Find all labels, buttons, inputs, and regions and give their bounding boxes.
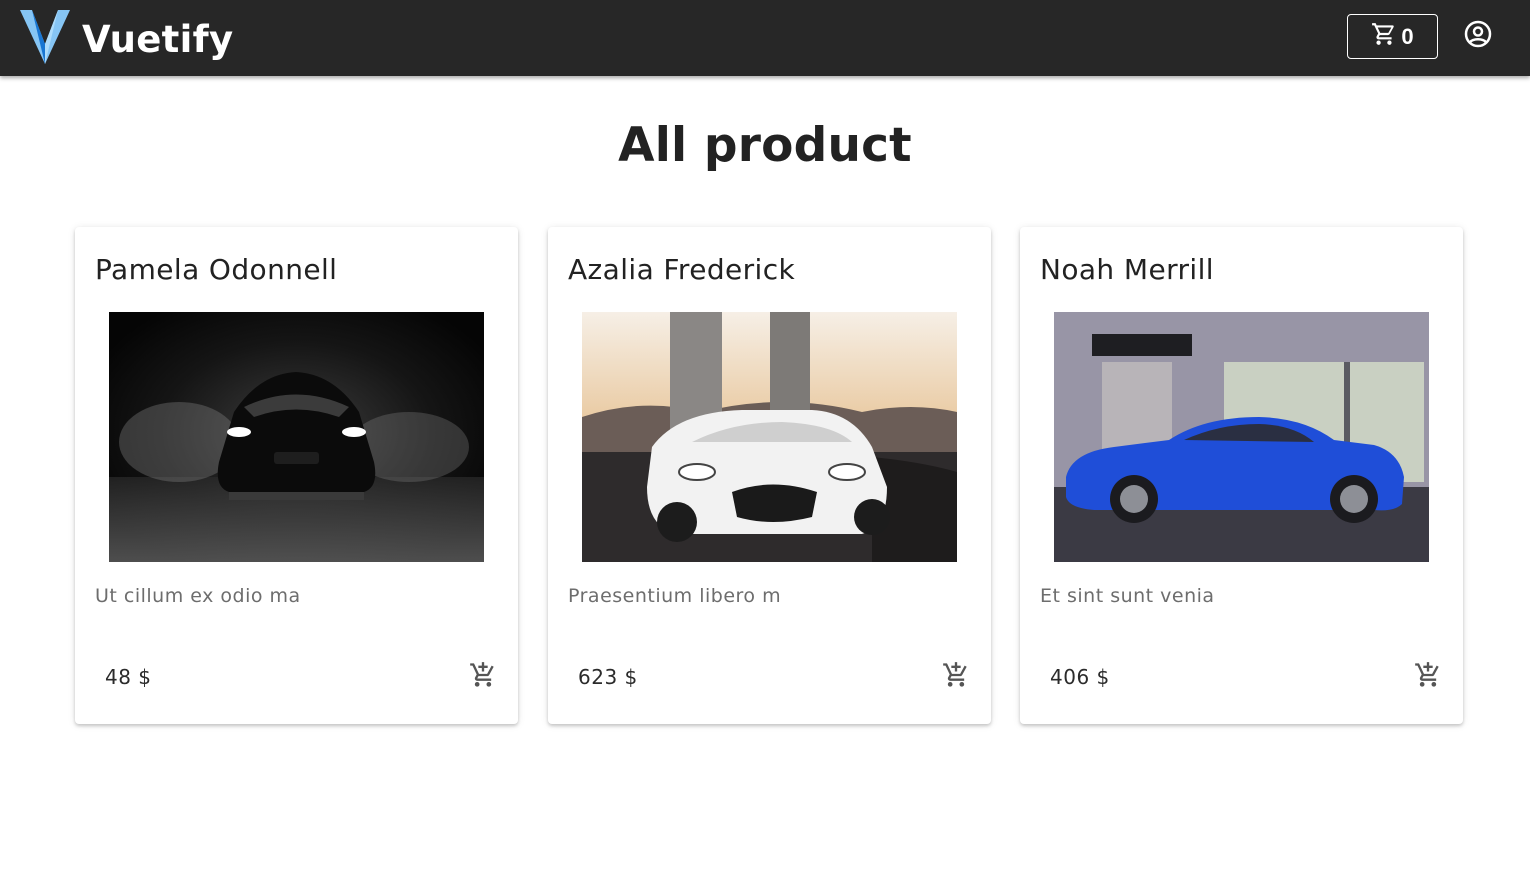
product-card: Azalia Frederick Praesentium libero m 62… (548, 227, 991, 724)
product-card: Noah Merrill Et sint sunt venia 406 $ (1020, 227, 1463, 724)
product-name: Pamela Odonnell (95, 253, 338, 286)
product-image (1054, 312, 1429, 562)
product-name: Noah Merrill (1040, 253, 1214, 286)
account-button[interactable] (1462, 20, 1494, 52)
cart-icon (1371, 21, 1397, 53)
product-description: Et sint sunt venia (1040, 585, 1215, 607)
page-title: All product (618, 118, 912, 173)
cart-button[interactable]: 0 (1347, 14, 1438, 59)
product-price: 48 $ (105, 665, 152, 689)
cart-plus-icon (469, 661, 497, 694)
cart-plus-icon (942, 661, 970, 694)
brand-name: Vuetify (82, 18, 234, 61)
add-to-cart-button[interactable] (1412, 661, 1444, 693)
cart-plus-icon (1414, 661, 1442, 694)
product-description: Ut cillum ex odio ma (95, 585, 301, 607)
brand[interactable]: Vuetify (20, 8, 233, 71)
add-to-cart-button[interactable] (940, 661, 972, 693)
product-price: 406 $ (1050, 665, 1110, 689)
add-to-cart-button[interactable] (467, 661, 499, 693)
product-image (582, 312, 957, 562)
product-price: 623 $ (578, 665, 638, 689)
cart-count: 0 (1401, 23, 1414, 49)
product-name: Azalia Frederick (568, 253, 796, 286)
account-circle-icon (1463, 19, 1493, 54)
product-image (109, 312, 484, 562)
vuetify-logo-icon (20, 8, 70, 71)
app-bar: Vuetify 0 (0, 0, 1530, 76)
product-card: Pamela Odonnell Ut cillum ex odio ma 48 … (75, 227, 518, 724)
product-description: Praesentium libero m (568, 585, 782, 607)
